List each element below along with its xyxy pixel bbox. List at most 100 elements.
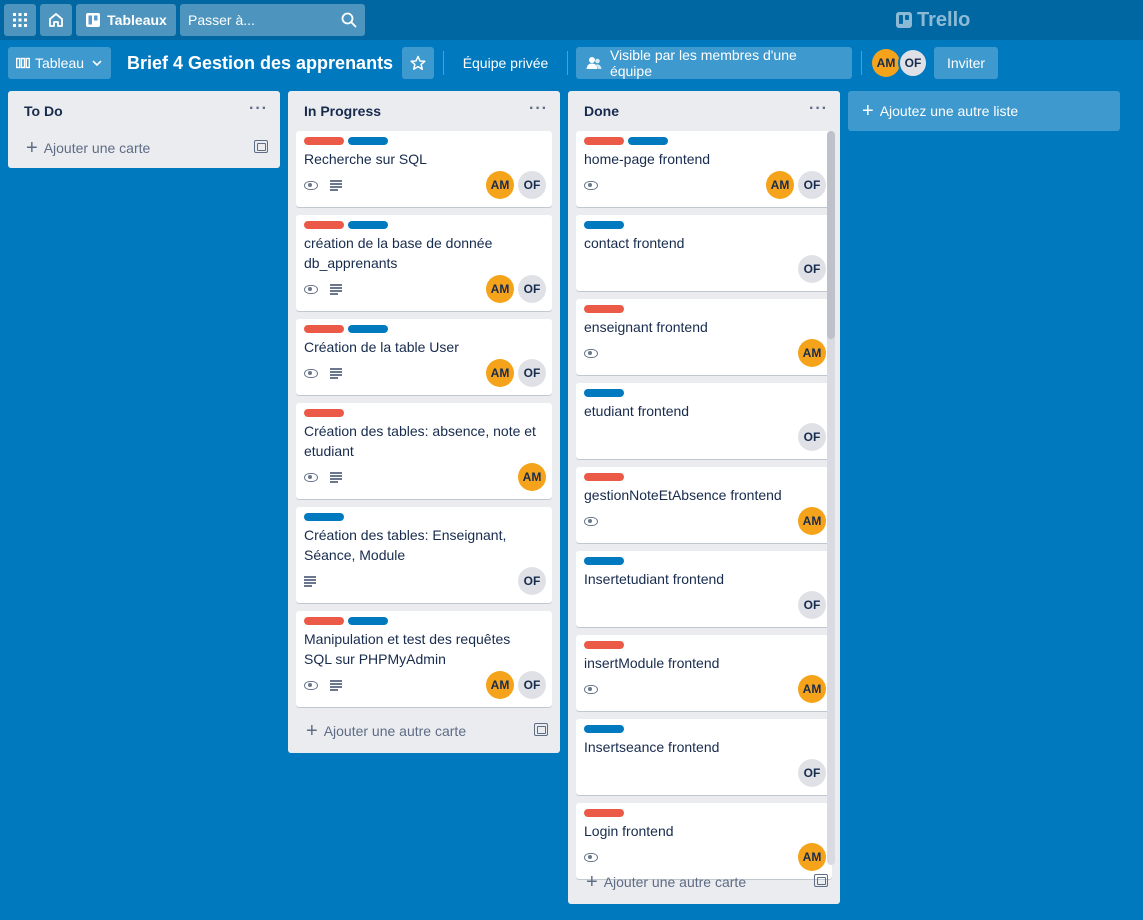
card[interactable]: enseignant frontend AM bbox=[576, 299, 832, 375]
card[interactable]: Insertetudiant frontend OF bbox=[576, 551, 832, 627]
member-avatar-of[interactable]: OF bbox=[518, 567, 546, 595]
add-card-label: Ajouter une carte bbox=[43, 140, 151, 156]
card-template-icon[interactable] bbox=[254, 140, 268, 153]
list-menu-icon[interactable]: ··· bbox=[529, 101, 548, 117]
team-button[interactable]: Équipe privée bbox=[452, 47, 559, 79]
card-label-blue[interactable] bbox=[348, 137, 388, 145]
list-header[interactable]: To Do ··· bbox=[8, 91, 280, 131]
watch-icon bbox=[584, 852, 598, 862]
search-input[interactable]: Passer à... bbox=[180, 4, 365, 36]
member-avatar-am[interactable]: AM bbox=[798, 339, 826, 367]
card-template-icon[interactable] bbox=[814, 874, 828, 887]
member-avatar-am[interactable]: AM bbox=[486, 359, 514, 387]
list-title[interactable]: To Do bbox=[24, 103, 63, 119]
card-label-blue[interactable] bbox=[628, 137, 668, 145]
card[interactable]: Création de la table User AM OF bbox=[296, 319, 552, 395]
card-label-red[interactable] bbox=[304, 409, 344, 417]
card[interactable]: création de la base de donnée db_apprena… bbox=[296, 215, 552, 311]
add-card-button[interactable]: + Ajouter une carte bbox=[16, 134, 272, 162]
member-avatar-am[interactable]: AM bbox=[798, 843, 826, 871]
add-card-button[interactable]: + Ajouter une autre carte bbox=[576, 868, 832, 896]
card-label-blue[interactable] bbox=[348, 325, 388, 333]
member-avatar-of[interactable]: OF bbox=[518, 171, 546, 199]
apps-button[interactable] bbox=[4, 4, 36, 36]
member-avatar-of[interactable]: OF bbox=[798, 759, 826, 787]
card-labels bbox=[584, 221, 624, 229]
member-avatar-am[interactable]: AM bbox=[518, 463, 546, 491]
member-avatar-of[interactable]: OF bbox=[798, 171, 826, 199]
card-badges bbox=[304, 365, 342, 381]
member-avatar-am[interactable]: AM bbox=[872, 49, 900, 77]
card-label-red[interactable] bbox=[584, 641, 624, 649]
card-label-blue[interactable] bbox=[584, 725, 624, 733]
card[interactable]: Manipulation et test des requêtes SQL su… bbox=[296, 611, 552, 707]
card-label-blue[interactable] bbox=[584, 389, 624, 397]
trello-logo[interactable]: Trello bbox=[896, 8, 970, 32]
star-button[interactable] bbox=[402, 47, 434, 79]
card-template-icon[interactable] bbox=[534, 723, 548, 736]
team-visibility-icon bbox=[586, 57, 602, 69]
card[interactable]: gestionNoteEtAbsence frontend AM bbox=[576, 467, 832, 543]
card-label-red[interactable] bbox=[304, 137, 344, 145]
member-avatar-of[interactable]: OF bbox=[518, 359, 546, 387]
list-menu-icon[interactable]: ··· bbox=[249, 101, 268, 117]
description-icon bbox=[304, 576, 316, 587]
card-label-red[interactable] bbox=[584, 809, 624, 817]
member-avatar-am[interactable]: AM bbox=[798, 675, 826, 703]
member-avatar-of[interactable]: OF bbox=[798, 255, 826, 283]
member-avatar-am[interactable]: AM bbox=[798, 507, 826, 535]
card-badges bbox=[584, 849, 598, 865]
card-label-blue[interactable] bbox=[584, 221, 624, 229]
card-label-red[interactable] bbox=[304, 325, 344, 333]
member-avatar-of[interactable]: OF bbox=[798, 423, 826, 451]
watch-icon bbox=[584, 348, 598, 358]
watch-icon bbox=[304, 368, 318, 378]
card[interactable]: Création des tables: absence, note et et… bbox=[296, 403, 552, 499]
home-button[interactable] bbox=[40, 4, 72, 36]
watch-icon bbox=[584, 684, 598, 694]
member-avatar-of[interactable]: OF bbox=[798, 591, 826, 619]
card[interactable]: Création des tables: Enseignant, Séance,… bbox=[296, 507, 552, 603]
list-title[interactable]: In Progress bbox=[304, 103, 381, 119]
boards-button[interactable]: Tableaux bbox=[76, 4, 176, 36]
card[interactable]: Insertseance frontend OF bbox=[576, 719, 832, 795]
visibility-button[interactable]: Visible par les membres d'une équipe bbox=[576, 47, 852, 79]
card-label-blue[interactable] bbox=[584, 557, 624, 565]
card-title: insertModule frontend bbox=[584, 655, 720, 671]
member-avatar-of[interactable]: OF bbox=[518, 275, 546, 303]
member-avatar-of[interactable]: OF bbox=[898, 48, 928, 78]
card[interactable]: home-page frontend AM OF bbox=[576, 131, 832, 207]
invite-button[interactable]: Inviter bbox=[934, 47, 998, 79]
member-avatar-am[interactable]: AM bbox=[486, 275, 514, 303]
card-badges bbox=[584, 513, 598, 529]
card-members: OF bbox=[798, 591, 826, 619]
card-label-blue[interactable] bbox=[304, 513, 344, 521]
list-header[interactable]: Done ··· bbox=[568, 91, 840, 131]
list-menu-icon[interactable]: ··· bbox=[809, 101, 828, 117]
list-scrollbar-thumb[interactable] bbox=[827, 131, 835, 339]
boards-label: Tableaux bbox=[107, 12, 167, 28]
card-label-red[interactable] bbox=[304, 617, 344, 625]
list-header[interactable]: In Progress ··· bbox=[288, 91, 560, 131]
list-title[interactable]: Done bbox=[584, 103, 619, 119]
card[interactable]: contact frontend OF bbox=[576, 215, 832, 291]
card[interactable]: etudiant frontend OF bbox=[576, 383, 832, 459]
card-label-red[interactable] bbox=[584, 305, 624, 313]
board-view-switcher[interactable]: Tableau bbox=[8, 47, 111, 79]
card-label-red[interactable] bbox=[584, 473, 624, 481]
member-avatar-am[interactable]: AM bbox=[766, 171, 794, 199]
card[interactable]: insertModule frontend AM bbox=[576, 635, 832, 711]
member-avatar-of[interactable]: OF bbox=[518, 671, 546, 699]
add-list-button[interactable]: + Ajoutez une autre liste bbox=[848, 91, 1120, 131]
card-label-blue[interactable] bbox=[348, 221, 388, 229]
card-label-red[interactable] bbox=[304, 221, 344, 229]
add-card-button[interactable]: + Ajouter une autre carte bbox=[296, 717, 552, 745]
card[interactable]: Recherche sur SQL AM OF bbox=[296, 131, 552, 207]
list-scrollbar[interactable] bbox=[827, 131, 835, 865]
member-avatar-am[interactable]: AM bbox=[486, 171, 514, 199]
card-title: création de la base de donnée db_apprena… bbox=[304, 235, 493, 271]
board-title[interactable]: Brief 4 Gestion des apprenants bbox=[127, 51, 393, 75]
card-label-red[interactable] bbox=[584, 137, 624, 145]
member-avatar-am[interactable]: AM bbox=[486, 671, 514, 699]
card-label-blue[interactable] bbox=[348, 617, 388, 625]
